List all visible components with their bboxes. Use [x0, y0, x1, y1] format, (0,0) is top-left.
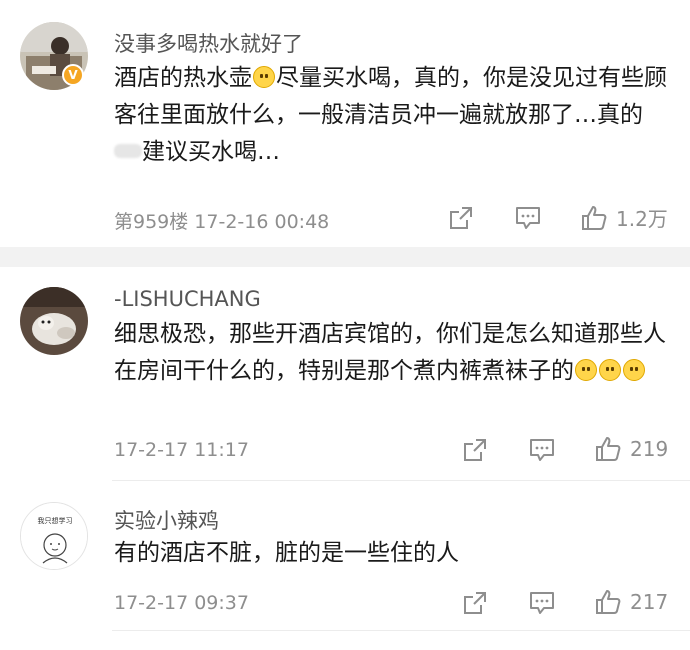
comment-button[interactable] [528, 590, 556, 616]
verified-badge-icon: V [62, 64, 84, 86]
like-button[interactable]: 217 [594, 588, 668, 616]
share-button[interactable] [448, 205, 474, 231]
comment-text: 细思极恐，那些开酒店宾馆的，你们是怎么知道那些人在房间干什么的，特别是那个煮内裤… [114, 316, 670, 390]
comment-meta: 第959楼 17-2-16 00:48 [114, 211, 330, 233]
comment-meta: 17-2-17 09:37 [114, 592, 249, 614]
share-icon [464, 592, 486, 614]
thinking-emoji-icon [599, 359, 621, 381]
avatar-caption: 我只想学习 [37, 517, 73, 525]
comment-meta: 17-2-17 11:17 [114, 439, 249, 461]
comment-icon [530, 592, 554, 614]
avatar[interactable] [20, 287, 88, 355]
comment-item: 我只想学习 实验小辣鸡 有的酒店不脏，脏的是一些住的人 17-2-17 09:3… [0, 480, 690, 630]
username[interactable]: 没事多喝热水就好了 [114, 28, 303, 58]
share-button[interactable] [462, 437, 488, 463]
username[interactable]: 实验小辣鸡 [114, 505, 219, 535]
shrug-emoji-icon [253, 66, 275, 88]
thinking-emoji-icon [575, 359, 597, 381]
blurred-emoji-icon [114, 144, 142, 158]
divider [112, 630, 690, 631]
comment-text-part: 建议买水喝… [142, 139, 280, 165]
thumbs-up-icon [596, 590, 621, 614]
share-icon [450, 207, 472, 229]
username[interactable]: -LISHUCHANG [114, 287, 261, 311]
like-count: 217 [630, 590, 669, 614]
comment-icon [516, 207, 540, 229]
share-button[interactable] [462, 590, 488, 616]
comment-icon [530, 439, 554, 461]
avatar[interactable]: 我只想学习 [20, 502, 88, 570]
comment-text-part: 酒店的热水壶 [114, 65, 252, 91]
comment-text: 酒店的热水壶 尽量买水喝，真的，你是没见过有些顾客往里面放什么，一般清洁员冲一遍就… [114, 60, 670, 171]
like-count: 1.2万 [616, 207, 668, 231]
comment-button[interactable] [514, 205, 542, 231]
thumbs-up-icon [596, 437, 621, 461]
like-count: 219 [630, 437, 669, 461]
comment-text: 有的酒店不脏，脏的是一些住的人 [114, 535, 670, 572]
share-icon [464, 439, 486, 461]
thinking-emoji-icon [623, 359, 645, 381]
comment-text-part: 有的酒店不脏，脏的是一些住的人 [114, 540, 459, 566]
comment-item: V 没事多喝热水就好了 酒店的热水壶 尽量买水喝，真的，你是没见过有些顾客往里面放… [0, 0, 690, 247]
like-button[interactable]: 1.2万 [580, 203, 668, 232]
comment-button[interactable] [528, 437, 556, 463]
comment-item: -LISHUCHANG 细思极恐，那些开酒店宾馆的，你们是怎么知道那些人在房间干… [0, 267, 690, 480]
thumbs-up-icon [582, 205, 607, 230]
like-button[interactable]: 219 [594, 435, 668, 463]
section-separator [0, 247, 690, 267]
